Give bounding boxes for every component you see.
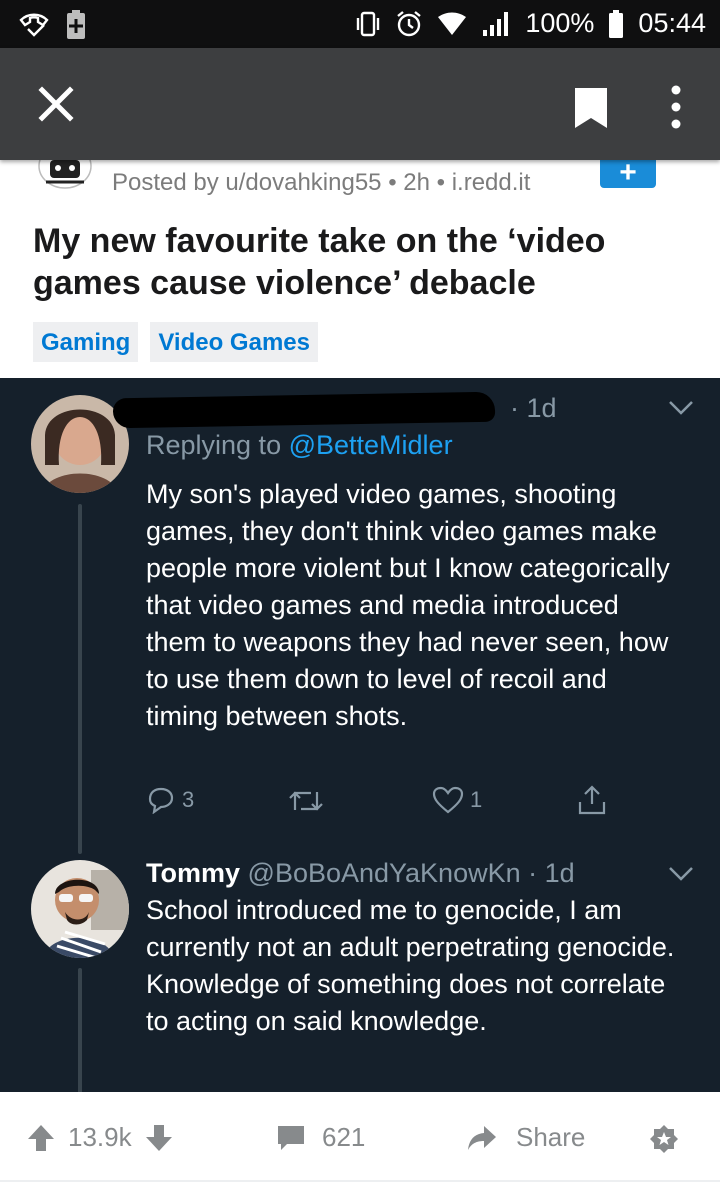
post-meta: Posted by u/dovahking55 • 2h • i.redd.it…	[0, 156, 720, 210]
score: 13.9k	[68, 1122, 132, 1152]
upvote-icon[interactable]	[26, 1123, 56, 1153]
subreddit-icon[interactable]	[36, 156, 94, 192]
alarm-icon	[397, 10, 422, 36]
retweet-action[interactable]	[287, 788, 325, 814]
post-tags: Gaming Video Games	[33, 322, 318, 362]
award-icon	[650, 1125, 678, 1153]
downvote-icon[interactable]	[144, 1123, 174, 1153]
reply-to-line: Replying to @BetteMidler	[146, 427, 453, 464]
comments-button[interactable]: 621	[276, 1122, 365, 1153]
clock: 05:44	[638, 8, 706, 38]
app-bar	[0, 48, 720, 160]
divider	[0, 1180, 720, 1182]
tweet-header-time: · 1d	[510, 393, 557, 423]
like-count: 1	[470, 787, 483, 812]
share-tweet-action[interactable]	[576, 784, 608, 816]
comment-icon	[278, 1125, 304, 1150]
reply-prefix: Replying to	[146, 430, 289, 460]
plus-icon: +	[619, 156, 637, 189]
redacted-username	[112, 391, 496, 429]
reply-handle[interactable]: @BetteMidler	[289, 430, 453, 460]
share-button[interactable]: Share	[466, 1122, 585, 1153]
tag-gaming[interactable]: Gaming	[33, 322, 139, 362]
post-title: My new favourite take on the ‘video game…	[33, 222, 606, 302]
share-arrow-icon	[468, 1125, 496, 1150]
like-action[interactable]: 1	[432, 786, 482, 814]
award-button[interactable]	[648, 1123, 680, 1155]
tweet-author-name: Tommy	[146, 858, 241, 888]
close-icon[interactable]	[34, 82, 78, 126]
comment-count: 621	[322, 1122, 366, 1152]
battery-saver-icon	[67, 10, 85, 39]
chevron-down-icon[interactable]	[668, 866, 694, 882]
thread-line	[78, 968, 82, 1092]
tweet-handle-time: @BoBoAndYaKnowKn · 1d	[247, 858, 575, 888]
tweet-author-line: Tommy @BoBoAndYaKnowKn · 1d	[146, 855, 575, 892]
battery-percent: 100%	[525, 8, 595, 38]
tag-video-games[interactable]: Video Games	[150, 322, 318, 362]
chevron-down-icon[interactable]	[668, 400, 694, 416]
more-options-icon[interactable]	[664, 84, 688, 130]
wifi-icon	[438, 12, 467, 35]
thread-line	[78, 504, 82, 854]
missed-call-icon	[19, 13, 49, 37]
share-icon	[578, 785, 606, 815]
bookmark-icon[interactable]	[573, 86, 609, 130]
join-button[interactable]: +	[600, 156, 656, 189]
battery-icon	[609, 9, 624, 38]
signal-icon	[483, 11, 509, 36]
heart-icon	[432, 786, 464, 814]
vote-controls: 13.9k	[26, 1122, 174, 1153]
vibrate-icon	[357, 11, 380, 36]
post-image[interactable]: · 1d Replying to @BetteMidler My son's p…	[0, 378, 720, 1092]
share-label: Share	[516, 1122, 586, 1152]
reply-icon	[148, 787, 174, 814]
tweet-body: School introduced me to genocide, I am c…	[146, 895, 675, 1036]
tweet-avatar-tommy	[31, 860, 129, 958]
status-bar: 100% 05:44	[0, 0, 720, 48]
tweet-body: My son's played video games, shooting ga…	[146, 479, 670, 731]
reply-count: 3	[182, 787, 195, 812]
reply-action[interactable]: 3	[146, 786, 194, 814]
post-meta-text: Posted by u/dovahking55 • 2h • i.redd.it	[112, 169, 531, 196]
retweet-icon	[289, 791, 323, 811]
